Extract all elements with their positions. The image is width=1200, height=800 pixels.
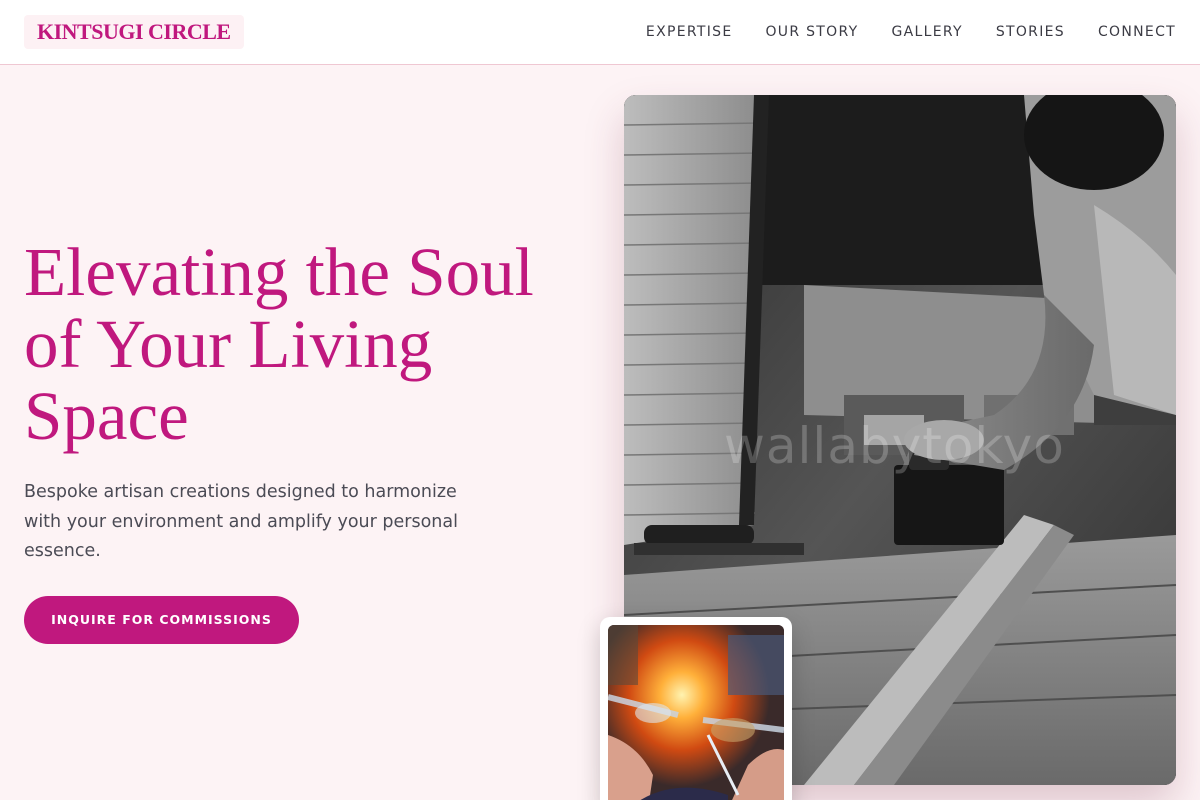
inquire-commissions-button[interactable]: INQUIRE FOR COMMISSIONS [24, 596, 299, 644]
glassblowing-photo-card [600, 617, 792, 800]
photo-watermark: wallabytokyo [724, 417, 1065, 475]
brand-logo[interactable]: KINTSUGI CIRCLE [24, 15, 244, 49]
hero-title: Elevating the Soul of Your Living Space [24, 234, 534, 454]
nav-item-expertise[interactable]: EXPERTISE [646, 22, 733, 42]
glassblowing-photo [608, 625, 784, 800]
glassblowing-photo-art [608, 625, 784, 800]
site-header: KINTSUGI CIRCLE EXPERTISE OUR STORY GALL… [0, 0, 1200, 65]
nav-item-gallery[interactable]: GALLERY [891, 22, 962, 42]
hero-subtitle: Bespoke artisan creations designed to ha… [24, 482, 458, 561]
nav-item-connect[interactable]: CONNECT [1098, 22, 1176, 42]
main-nav: EXPERTISE OUR STORY GALLERY STORIES CONN… [613, 22, 1176, 42]
nav-item-our-story[interactable]: OUR STORY [765, 22, 858, 42]
nav-item-stories[interactable]: STORIES [996, 22, 1065, 42]
